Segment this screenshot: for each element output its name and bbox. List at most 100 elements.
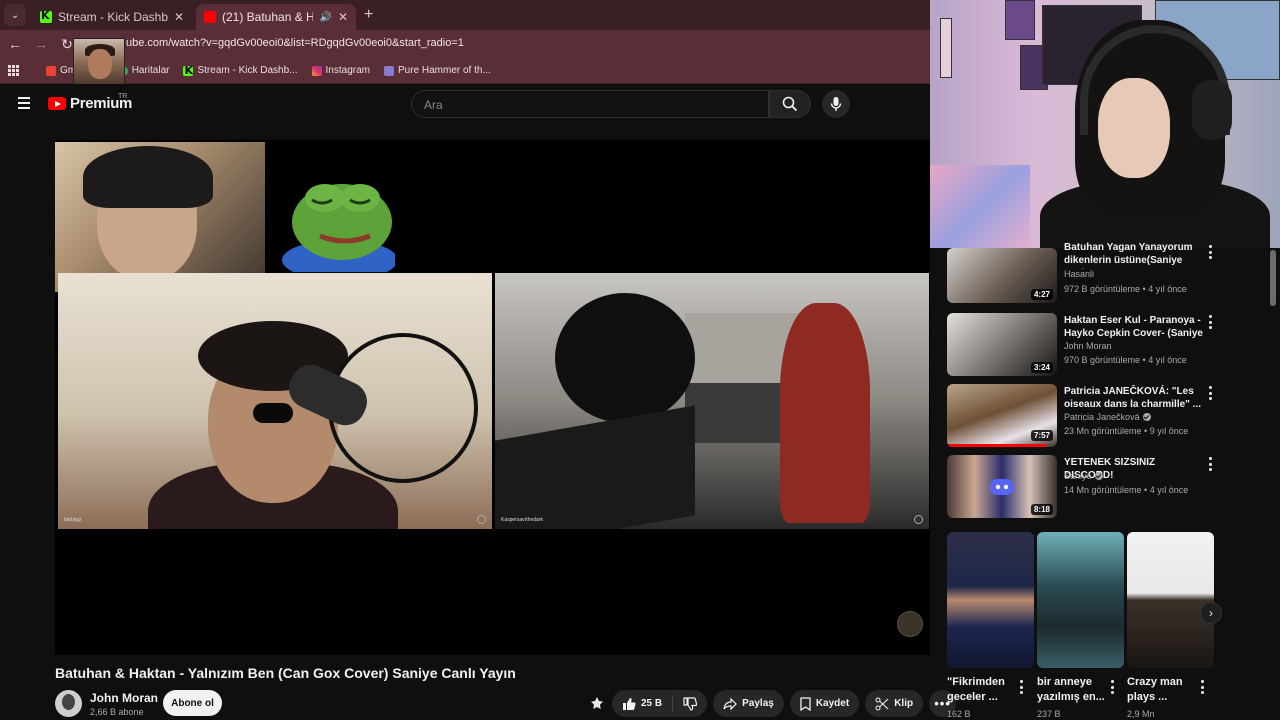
channel-name[interactable]: Patricia Janečková <box>1064 412 1151 422</box>
channel-avatar[interactable] <box>55 690 82 717</box>
list-item[interactable]: 7:57 Patricia JANEČKOVÁ: "Les oiseaux da… <box>946 384 1266 448</box>
channel-name[interactable]: John Moran <box>90 691 158 705</box>
more-options-icon[interactable] <box>1198 680 1206 694</box>
sidebar-scrollbar[interactable] <box>1270 250 1276 306</box>
beanie-shape <box>83 146 213 208</box>
new-tab-button[interactable]: + <box>364 6 373 24</box>
cam-name-tag: batuygz <box>64 517 82 523</box>
video-thumbnail[interactable]: 4:27 <box>947 248 1057 303</box>
hair-shape <box>555 293 695 423</box>
channel-name[interactable]: Saniye <box>1064 471 1103 481</box>
short-thumbnail[interactable] <box>1037 532 1124 668</box>
bookmark-pure-hammer[interactable]: Pure Hammer of th... <box>383 65 491 76</box>
more-options-icon[interactable] <box>1017 680 1025 694</box>
more-options-icon[interactable] <box>1206 315 1214 329</box>
cam-settings-icon <box>914 515 923 524</box>
premium-badge-icon[interactable] <box>588 695 606 713</box>
list-item[interactable]: 4:27 Batuhan Yagan Yanayorum dikenlerin … <box>946 242 1266 312</box>
kick-icon <box>40 9 52 23</box>
tab-kick-dashboard[interactable]: Stream - Kick Dashboard ✕ <box>32 4 192 30</box>
country-code: TR <box>118 93 128 100</box>
tab-youtube-video[interactable]: (21) Batuhan & Haktan - Ya 🔊 ✕ <box>196 4 356 30</box>
dislike-button[interactable] <box>673 690 707 717</box>
tab-search-button[interactable]: ⌄ <box>4 4 26 26</box>
red-cloth-shape <box>780 303 870 523</box>
list-item[interactable]: 3:24 Haktan Eser Kul - Paranoya - Hayko … <box>946 313 1266 377</box>
video-actions: 25 B Paylaş Kaydet Klip ••• <box>588 690 957 717</box>
bookmark-kick[interactable]: Stream - Kick Dashb... <box>183 64 298 77</box>
piano-shape <box>495 405 695 529</box>
video-meta: 14 Mn görüntüleme • 4 yıl önce <box>1064 485 1189 495</box>
video-player[interactable]: batuygz Kaspersavrthedark <box>55 140 930 655</box>
clip-button[interactable]: Klip <box>865 690 924 717</box>
bookmarks-bar: Gmail e Haritalar Stream - Kick Dashb...… <box>0 58 930 84</box>
save-label: Kaydet <box>815 698 850 709</box>
shelf-next-button[interactable]: › <box>1200 602 1222 624</box>
short-title[interactable]: Crazy man plays ... <box>1127 675 1183 705</box>
channel-watermark-icon[interactable] <box>897 611 923 637</box>
video-thumbnail[interactable]: 8:18 <box>947 455 1057 518</box>
hamburger-menu-icon[interactable] <box>18 97 30 109</box>
share-button[interactable]: Paylaş <box>713 690 784 717</box>
bedding-shape <box>930 165 1030 248</box>
streamer-webcam <box>930 0 1280 248</box>
url-field[interactable]: ube.com/watch?v=gqdGv00eoi0&list=RDgqdGv… <box>126 37 464 49</box>
channel-label: Saniye <box>1064 471 1092 481</box>
back-button[interactable]: ← <box>2 36 28 52</box>
speaker-icon[interactable]: 🔊 <box>319 12 331 23</box>
microphone-icon <box>830 97 842 111</box>
close-icon[interactable]: ✕ <box>338 10 348 24</box>
bookmark-icon <box>800 696 811 711</box>
kick-icon <box>183 64 194 77</box>
forward-button[interactable]: → <box>28 36 54 52</box>
short-thumbnail[interactable] <box>947 532 1034 668</box>
apps-grid-icon[interactable] <box>8 64 20 77</box>
cam-name-tag: Kaspersavrthedark <box>501 517 543 523</box>
pepe-emote <box>282 184 395 272</box>
short-thumbnail[interactable] <box>1127 532 1214 668</box>
close-icon[interactable]: ✕ <box>174 10 184 24</box>
more-options-icon[interactable] <box>1108 680 1116 694</box>
scissors-icon <box>875 697 889 710</box>
channel-name[interactable]: Hasanli <box>1064 269 1094 279</box>
list-item[interactable]: 8:18 YETENEK SIZSINIZ DISCORD! Saniye 14… <box>946 455 1266 519</box>
bookmark-label: Pure Hammer of th... <box>397 65 491 76</box>
short-title[interactable]: "Fikrimden geceler ... <box>947 675 1005 705</box>
more-options-icon[interactable] <box>1206 386 1214 400</box>
save-button[interactable]: Kaydet <box>789 690 860 717</box>
short-views: 237 B <box>1037 709 1061 719</box>
search-input[interactable]: Ara <box>411 90 769 118</box>
subscribe-button[interactable]: Abone ol <box>163 690 222 716</box>
search-button[interactable] <box>769 90 811 118</box>
duration-badge: 3:24 <box>1030 362 1053 373</box>
bookmark-maps[interactable]: Haritalar <box>117 65 169 76</box>
tab-label: Stream - Kick Dashboard <box>58 10 168 24</box>
duration-badge: 8:18 <box>1030 504 1053 515</box>
short-title-line: geceler ... <box>947 691 998 703</box>
youtube-header: Premium TR Ara <box>0 84 930 124</box>
channel-label: John Moran <box>1064 341 1112 351</box>
search-placeholder: Ara <box>424 98 443 112</box>
chevron-right-icon: › <box>1209 606 1213 620</box>
subscriber-count: 2,66 B abone <box>90 707 144 717</box>
bookmark-instagram[interactable]: Instagram <box>311 65 370 76</box>
discord-logo-icon <box>990 479 1014 495</box>
screen: ⌄ Stream - Kick Dashboard ✕ (21) Batuhan… <box>0 0 1280 720</box>
video-thumbnail[interactable]: 3:24 <box>947 313 1057 376</box>
more-options-icon[interactable] <box>1206 245 1214 259</box>
video-thumbnail[interactable]: 7:57 <box>947 384 1057 447</box>
short-title[interactable]: bir anneye yazılmış en... <box>1037 675 1105 705</box>
poster <box>1005 0 1035 40</box>
thumbs-down-icon <box>683 696 698 711</box>
voice-search-button[interactable] <box>822 90 850 118</box>
tab-label: (21) Batuhan & Haktan - Ya <box>222 10 314 24</box>
webcam-top-left <box>55 142 265 292</box>
like-button[interactable]: 25 B <box>612 690 672 717</box>
video-meta: 970 B görüntüleme • 4 yıl önce <box>1064 355 1187 365</box>
address-toolbar: ← → ↻ ube.com/watch?v=gqdGv00eoi0&list=R… <box>0 30 930 58</box>
instagram-icon <box>311 65 322 76</box>
short-title-line: plays ... <box>1127 691 1168 703</box>
more-options-icon[interactable] <box>1206 457 1214 471</box>
search-icon <box>782 96 798 112</box>
channel-name[interactable]: John Moran <box>1064 341 1112 351</box>
